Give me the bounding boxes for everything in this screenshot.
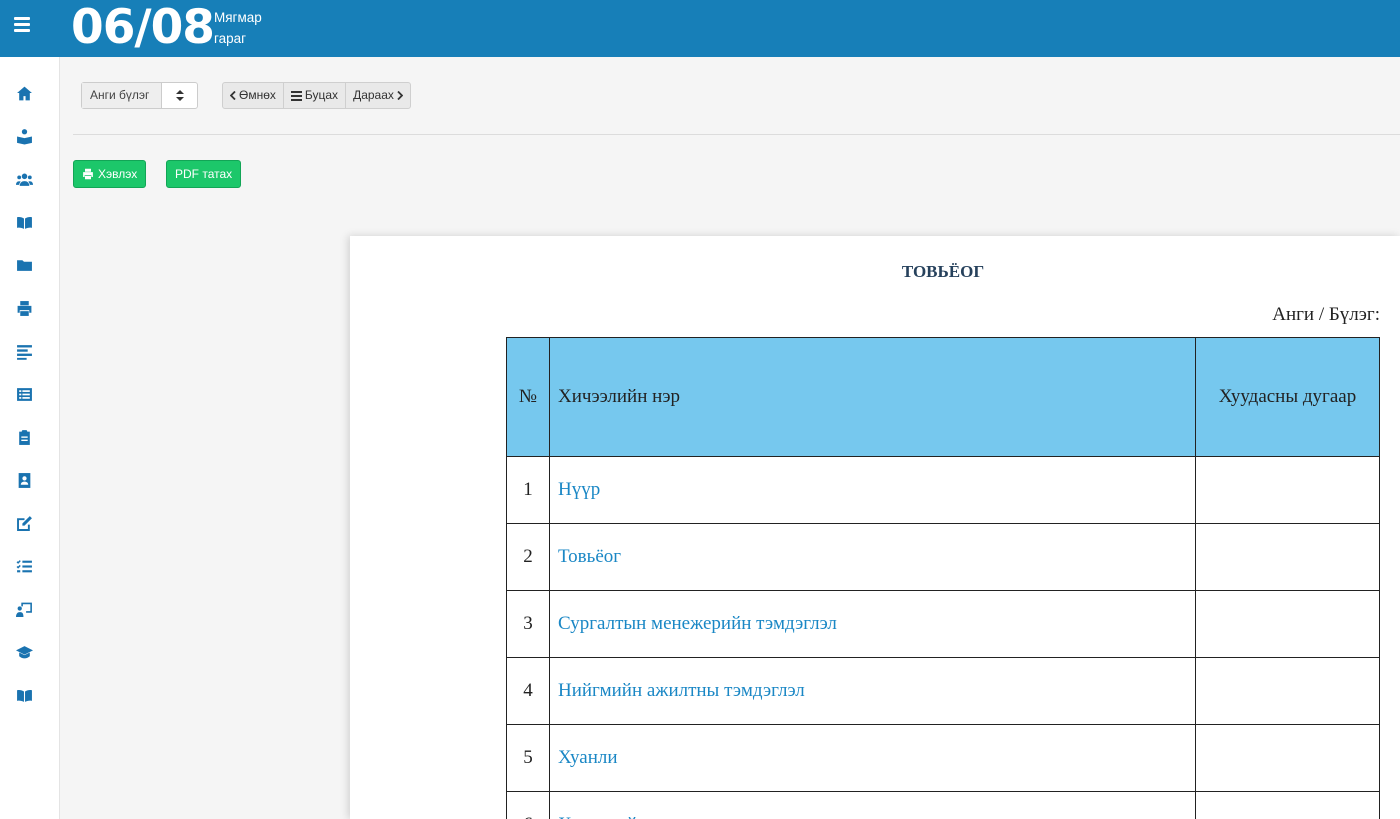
top-bar: 06/08 Мягмар гараг	[0, 0, 1400, 57]
print-icon	[83, 168, 93, 180]
folder-icon[interactable]	[15, 256, 33, 274]
header-page-number: Хуудасны дугаар	[1195, 337, 1380, 457]
row-page	[1195, 456, 1380, 524]
sidebar	[0, 57, 60, 819]
book-open-icon[interactable]	[15, 213, 33, 231]
print-button[interactable]: Хэвлэх	[73, 160, 147, 188]
document-page: ТОВЬЁОГ Анги / Бүлэг: № Хичээлийн нэр Ху…	[350, 236, 1400, 819]
home-icon[interactable]	[15, 84, 33, 102]
class-select-value: Анги бүлэг	[82, 83, 162, 108]
table-row: 5 Хуанли	[506, 724, 1380, 792]
table-header-row: № Хичээлийн нэр Хуудасны дугаар	[506, 337, 1380, 457]
pdf-download-label: PDF татах	[175, 167, 233, 181]
row-page	[1195, 523, 1380, 591]
table-row: 1 Нүүр	[506, 456, 1380, 524]
row-link[interactable]: Нийгмийн ажилтны тэмдэглэл	[549, 657, 1196, 725]
current-weekday: Мягмар гараг	[214, 7, 262, 49]
bars-icon	[290, 90, 302, 101]
class-select[interactable]: Анги бүлэг	[81, 82, 198, 109]
back-button-label: Буцах	[304, 88, 339, 102]
tasks-icon[interactable]	[15, 557, 33, 575]
row-number: 6	[506, 791, 550, 819]
row-number: 2	[506, 523, 550, 591]
chevron-left-icon	[230, 91, 236, 100]
row-link[interactable]: Сургалтын менежерийн тэмдэглэл	[549, 590, 1196, 658]
table-of-contents: № Хичээлийн нэр Хуудасны дугаар 1 Нүүр 2…	[506, 337, 1380, 819]
print-button-label: Хэвлэх	[98, 167, 138, 181]
table-row: 6 Хичээлийн ...	[506, 791, 1380, 819]
row-page	[1195, 724, 1380, 792]
row-link[interactable]: Хичээлийн ...	[549, 791, 1196, 819]
section-divider	[73, 134, 1400, 135]
weekday-line-2: гараг	[214, 31, 247, 46]
edit-icon[interactable]	[15, 514, 33, 532]
address-book-icon[interactable]	[15, 471, 33, 489]
row-number: 1	[506, 456, 550, 524]
clipboard-icon[interactable]	[15, 428, 33, 446]
user-book-icon[interactable]	[15, 127, 33, 145]
row-link[interactable]: Хуанли	[549, 724, 1196, 792]
graduation-cap-icon[interactable]	[15, 643, 33, 661]
header-number: №	[506, 337, 550, 457]
align-left-icon[interactable]	[15, 342, 33, 360]
hamburger-menu-icon[interactable]	[14, 17, 32, 35]
sort-caret-icon	[162, 83, 197, 108]
navigation-button-group: Өмнөх Буцах Дараах	[222, 82, 411, 109]
print-icon[interactable]	[15, 299, 33, 317]
users-icon[interactable]	[15, 170, 33, 188]
header-subject-name: Хичээлийн нэр	[549, 337, 1196, 457]
document-title: ТОВЬЁОГ	[901, 262, 985, 281]
chalkboard-teacher-icon[interactable]	[15, 600, 33, 618]
table-row: 3 Сургалтын менежерийн тэмдэглэл	[506, 590, 1380, 658]
row-number: 4	[506, 657, 550, 725]
list-icon[interactable]	[15, 385, 33, 403]
previous-button-label: Өмнөх	[239, 88, 276, 102]
row-page	[1195, 657, 1380, 725]
weekday-line-1: Мягмар	[214, 10, 262, 25]
row-page	[1195, 590, 1380, 658]
current-date: 06/08	[71, 0, 215, 55]
book-icon[interactable]	[15, 686, 33, 704]
back-button[interactable]: Буцах	[284, 83, 347, 108]
next-button-label: Дараах	[353, 88, 394, 102]
table-row: 4 Нийгмийн ажилтны тэмдэглэл	[506, 657, 1380, 725]
class-group-label: Анги / Бүлэг:	[1272, 304, 1380, 325]
row-number: 5	[506, 724, 550, 792]
row-number: 3	[506, 590, 550, 658]
next-button[interactable]: Дараах	[346, 83, 410, 108]
previous-button[interactable]: Өмнөх	[223, 83, 284, 108]
pdf-download-button[interactable]: PDF татах	[166, 160, 242, 188]
table-row: 2 Товьёог	[506, 523, 1380, 591]
chevron-right-icon	[397, 91, 403, 100]
row-page	[1195, 791, 1380, 819]
row-link[interactable]: Товьёог	[549, 523, 1196, 591]
row-link[interactable]: Нүүр	[549, 456, 1196, 524]
